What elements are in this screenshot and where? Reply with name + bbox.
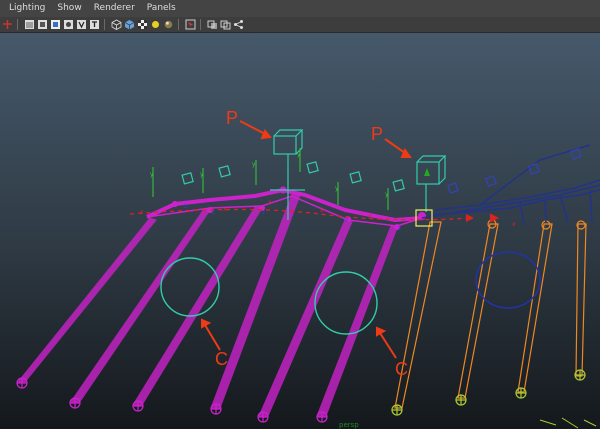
- svg-text:x: x: [368, 213, 372, 220]
- svg-text:x: x: [512, 221, 516, 228]
- checker-icon[interactable]: [137, 19, 148, 30]
- shaded-cube-icon[interactable]: [124, 19, 135, 30]
- grab-icon[interactable]: [2, 19, 13, 30]
- sphere-shade-icon[interactable]: [163, 19, 174, 30]
- annotation-p-left: P: [226, 108, 238, 128]
- menu-show[interactable]: Show: [51, 0, 87, 17]
- wireframe-icon[interactable]: [24, 19, 35, 30]
- smooth-shade-all-icon[interactable]: [50, 19, 61, 30]
- svg-text:x: x: [223, 206, 227, 213]
- toolbar-separator: [200, 19, 201, 30]
- perspective-viewport[interactable]: y y y y y y x x x x x x z z z z z P P C …: [0, 33, 600, 429]
- svg-text:y: y: [297, 151, 301, 158]
- share-icon[interactable]: [233, 19, 244, 30]
- svg-text:y: y: [252, 161, 256, 168]
- svg-text:z: z: [262, 209, 265, 216]
- panel-menubar: Lighting Show Renderer Panels: [0, 0, 600, 17]
- svg-text:y: y: [200, 171, 204, 178]
- svg-text:y: y: [385, 191, 389, 198]
- textured-icon[interactable]: [76, 19, 87, 30]
- xray-joints-icon[interactable]: [220, 19, 231, 30]
- svg-text:x: x: [140, 209, 144, 216]
- menu-lighting[interactable]: Lighting: [0, 0, 51, 17]
- svg-text:z: z: [345, 217, 348, 224]
- svg-text:z: z: [212, 209, 215, 216]
- maya-app: Lighting Show Renderer Panels y y y y y …: [0, 0, 600, 429]
- toolbar-separator: [178, 19, 179, 30]
- toolbar-separator: [17, 19, 18, 30]
- annotation-p-right: P: [371, 124, 383, 144]
- menu-renderer[interactable]: Renderer: [88, 0, 141, 17]
- svg-text:y: y: [150, 171, 154, 178]
- default-lighting-icon[interactable]: [63, 19, 74, 30]
- toolbar-separator: [104, 19, 105, 30]
- wireframe-cube-icon[interactable]: [111, 19, 122, 30]
- svg-text:x: x: [320, 207, 324, 214]
- light-bulb-icon[interactable]: [150, 19, 161, 30]
- annotation-c-right: C: [395, 359, 408, 379]
- viewport-canvas[interactable]: y y y y y y x x x x x x z z z z z P P C …: [0, 33, 600, 429]
- viewport-background: [0, 33, 600, 429]
- panel-toolbar: [0, 17, 600, 33]
- svg-text:z: z: [398, 225, 401, 232]
- show-grid-icon[interactable]: [89, 19, 100, 30]
- svg-text:y: y: [335, 185, 339, 192]
- menu-panels[interactable]: Panels: [141, 0, 182, 17]
- svg-text:x: x: [268, 199, 272, 206]
- camera-label: persp: [339, 421, 359, 429]
- smooth-shade-icon[interactable]: [37, 19, 48, 30]
- xray-icon[interactable]: [207, 19, 218, 30]
- svg-text:z: z: [184, 203, 187, 210]
- isolate-select-icon[interactable]: [185, 19, 196, 30]
- annotation-c-left: C: [215, 349, 228, 369]
